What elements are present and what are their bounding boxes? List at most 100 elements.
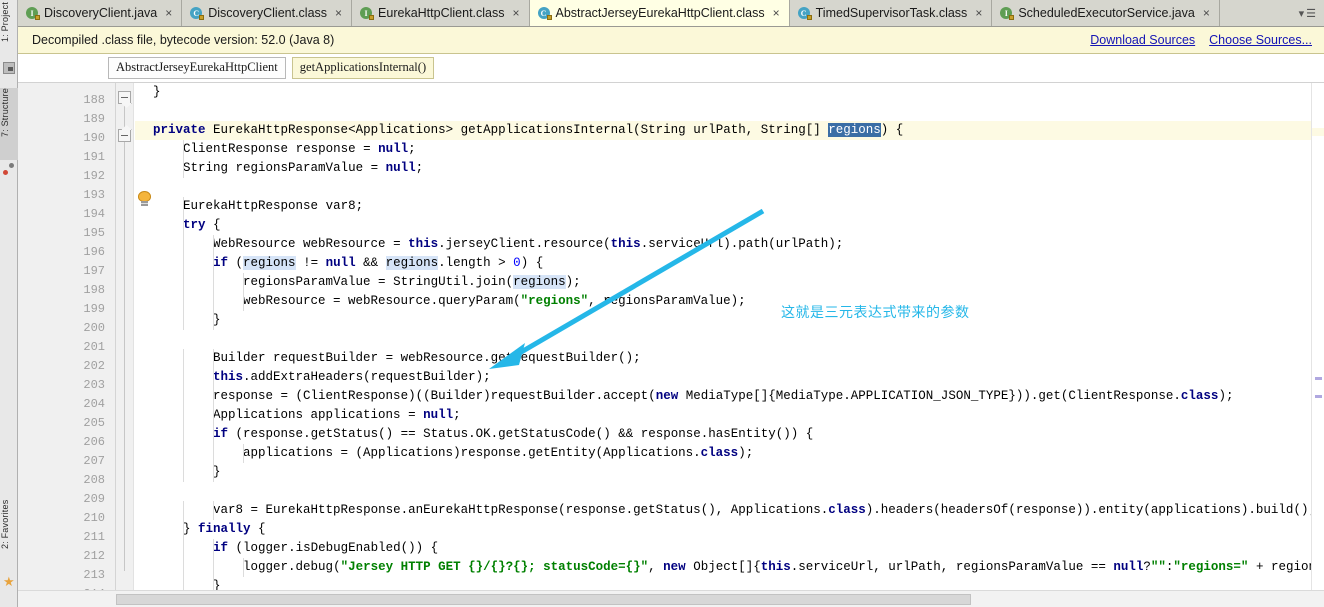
- class-file-icon: C: [190, 6, 205, 20]
- code-line[interactable]: [135, 482, 1324, 501]
- editor-tab-label: DiscoveryClient.java: [44, 6, 158, 20]
- code-line[interactable]: }: [135, 83, 1324, 102]
- close-icon[interactable]: ×: [975, 7, 982, 19]
- code-line[interactable]: regionsParamValue = StringUtil.join(regi…: [135, 273, 1324, 292]
- editor-tab[interactable]: C TimedSupervisorTask.class ×: [789, 0, 993, 26]
- code-line[interactable]: }: [135, 577, 1324, 590]
- indent-guide: [183, 425, 184, 444]
- indent-guide: [213, 577, 214, 590]
- indent-guide: [213, 254, 214, 273]
- code-line[interactable]: } finally {: [135, 520, 1324, 539]
- sidebar-item-project[interactable]: 1: Project: [0, 2, 18, 60]
- fold-marker-collapse[interactable]: [118, 91, 132, 108]
- close-icon[interactable]: ×: [513, 7, 520, 19]
- line-number: 188: [83, 93, 105, 107]
- code-line[interactable]: }: [135, 311, 1324, 330]
- line-number: 210: [83, 511, 105, 525]
- close-icon[interactable]: ×: [1203, 7, 1210, 19]
- indent-guide: [213, 425, 214, 444]
- indent-guide: [183, 539, 184, 558]
- line-number: 189: [83, 112, 105, 126]
- breadcrumb-class[interactable]: AbstractJerseyEurekaHttpClient: [108, 57, 286, 79]
- line-number: 194: [83, 207, 105, 221]
- code-editor[interactable]: 188 189 190 191 192 193 194 195 196 197 198 199 200 2…: [18, 83, 1324, 590]
- editor-tab[interactable]: C DiscoveryClient.class ×: [182, 0, 353, 26]
- choose-sources-link[interactable]: Choose Sources...: [1209, 33, 1312, 47]
- code-line[interactable]: try {: [135, 216, 1324, 235]
- fold-marker-expand[interactable]: [118, 125, 132, 142]
- breadcrumb-method[interactable]: getApplicationsInternal(): [291, 57, 435, 79]
- left-tool-window-strip: 1: Project 7: Structure 2: Favorites ★: [0, 0, 18, 607]
- line-number: 199: [83, 302, 105, 316]
- indent-guide: [183, 349, 184, 368]
- editor-tab[interactable]: I EurekaHttpClient.class ×: [352, 0, 530, 26]
- editor-tab-bar: I DiscoveryClient.java × C DiscoveryClient.c…: [18, 0, 1324, 27]
- code-line[interactable]: WebResource webResource = this.jerseyCli…: [135, 235, 1324, 254]
- line-number: 200: [83, 321, 105, 335]
- indent-guide: [213, 292, 214, 311]
- indent-guide: [183, 368, 184, 387]
- line-number: 206: [83, 435, 105, 449]
- indent-guide: [183, 463, 184, 482]
- line-number: 208: [83, 473, 105, 487]
- ide-window: 1: Project 7: Structure 2: Favorites ★ I…: [0, 0, 1324, 607]
- class-file-icon: C: [797, 6, 812, 20]
- code-line[interactable]: response = (ClientResponse)((Builder)req…: [135, 387, 1324, 406]
- code-line[interactable]: var8 = EurekaHttpResponse.anEurekaHttpRe…: [135, 501, 1324, 520]
- code-line[interactable]: webResource = webResource.queryParam("re…: [135, 292, 1324, 311]
- code-line[interactable]: if (response.getStatus() == Status.OK.ge…: [135, 425, 1324, 444]
- editor-tab[interactable]: C AbstractJerseyEurekaHttpClient.class ×: [529, 0, 790, 26]
- code-line[interactable]: EurekaHttpResponse var8;: [135, 197, 1324, 216]
- code-line[interactable]: if (logger.isDebugEnabled()) {: [135, 539, 1324, 558]
- editor-gutter[interactable]: 188 189 190 191 192 193 194 195 196 197 198 199 200 2…: [18, 83, 116, 590]
- structure-icon: [3, 163, 15, 175]
- indent-guide: [243, 444, 244, 463]
- sidebar-item-structure[interactable]: 7: Structure: [0, 88, 18, 160]
- sidebar-item-favorites[interactable]: 2: Favorites: [0, 500, 18, 572]
- line-number: 207: [83, 454, 105, 468]
- code-line[interactable]: this.addExtraHeaders(requestBuilder);: [135, 368, 1324, 387]
- code-line[interactable]: [135, 102, 1324, 121]
- code-line[interactable]: Builder requestBuilder = webResource.get…: [135, 349, 1324, 368]
- code-text-area[interactable]: } private EurekaHttpResponse<Applications…: [135, 83, 1324, 590]
- line-number: 211: [83, 530, 105, 544]
- line-number: 205: [83, 416, 105, 430]
- editor-marker-strip[interactable]: [1311, 83, 1324, 590]
- code-line[interactable]: private EurekaHttpResponse<Applications>…: [135, 121, 1324, 140]
- fold-region-line: [124, 91, 125, 571]
- code-line[interactable]: }: [135, 463, 1324, 482]
- code-line[interactable]: logger.debug("Jersey HTTP GET {}/{}?{}; …: [135, 558, 1324, 577]
- line-number: 198: [83, 283, 105, 297]
- line-number: 212: [83, 549, 105, 563]
- code-line[interactable]: applications = (Applications)response.ge…: [135, 444, 1324, 463]
- usage-marker[interactable]: [1315, 377, 1322, 380]
- code-line[interactable]: ClientResponse response = null;: [135, 140, 1324, 159]
- code-line[interactable]: String regionsParamValue = null;: [135, 159, 1324, 178]
- editor-tab-label: EurekaHttpClient.class: [378, 6, 505, 20]
- code-folding-column[interactable]: [116, 83, 134, 590]
- tabs-overflow-button[interactable]: ▾ ☰: [1291, 0, 1324, 26]
- code-line[interactable]: [135, 178, 1324, 197]
- line-number: 190: [83, 131, 105, 145]
- line-number: 196: [83, 245, 105, 259]
- indent-guide: [213, 235, 214, 254]
- horizontal-scrollbar-thumb[interactable]: [116, 594, 971, 605]
- horizontal-scrollbar[interactable]: [18, 590, 1324, 607]
- code-line[interactable]: Applications applications = null;: [135, 406, 1324, 425]
- line-number: 213: [83, 568, 105, 582]
- editor-tab-label: DiscoveryClient.class: [208, 6, 328, 20]
- close-icon[interactable]: ×: [165, 7, 172, 19]
- code-line[interactable]: if (regions != null && regions.length > …: [135, 254, 1324, 273]
- editor-tab[interactable]: I DiscoveryClient.java ×: [18, 0, 183, 26]
- line-number: 203: [83, 378, 105, 392]
- usage-marker[interactable]: [1315, 395, 1322, 398]
- indent-guide: [183, 577, 184, 590]
- indent-guide: [213, 558, 214, 577]
- indent-guide: [213, 368, 214, 387]
- editor-tab[interactable]: I ScheduledExecutorService.java ×: [992, 0, 1220, 26]
- close-icon[interactable]: ×: [335, 7, 342, 19]
- download-sources-link[interactable]: Download Sources: [1090, 33, 1195, 47]
- code-line[interactable]: [135, 330, 1324, 349]
- notification-message: Decompiled .class file, bytecode version…: [32, 33, 335, 47]
- close-icon[interactable]: ×: [773, 7, 780, 19]
